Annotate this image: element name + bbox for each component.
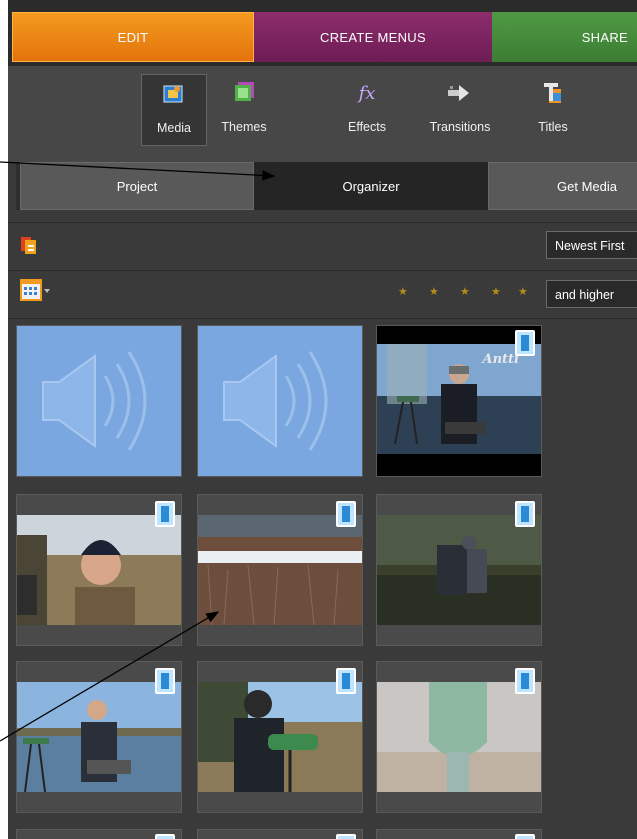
annotation-arrow-organizer	[0, 161, 276, 181]
annotation-arrows	[0, 161, 276, 742]
annotation-arrow-clip	[0, 611, 220, 742]
